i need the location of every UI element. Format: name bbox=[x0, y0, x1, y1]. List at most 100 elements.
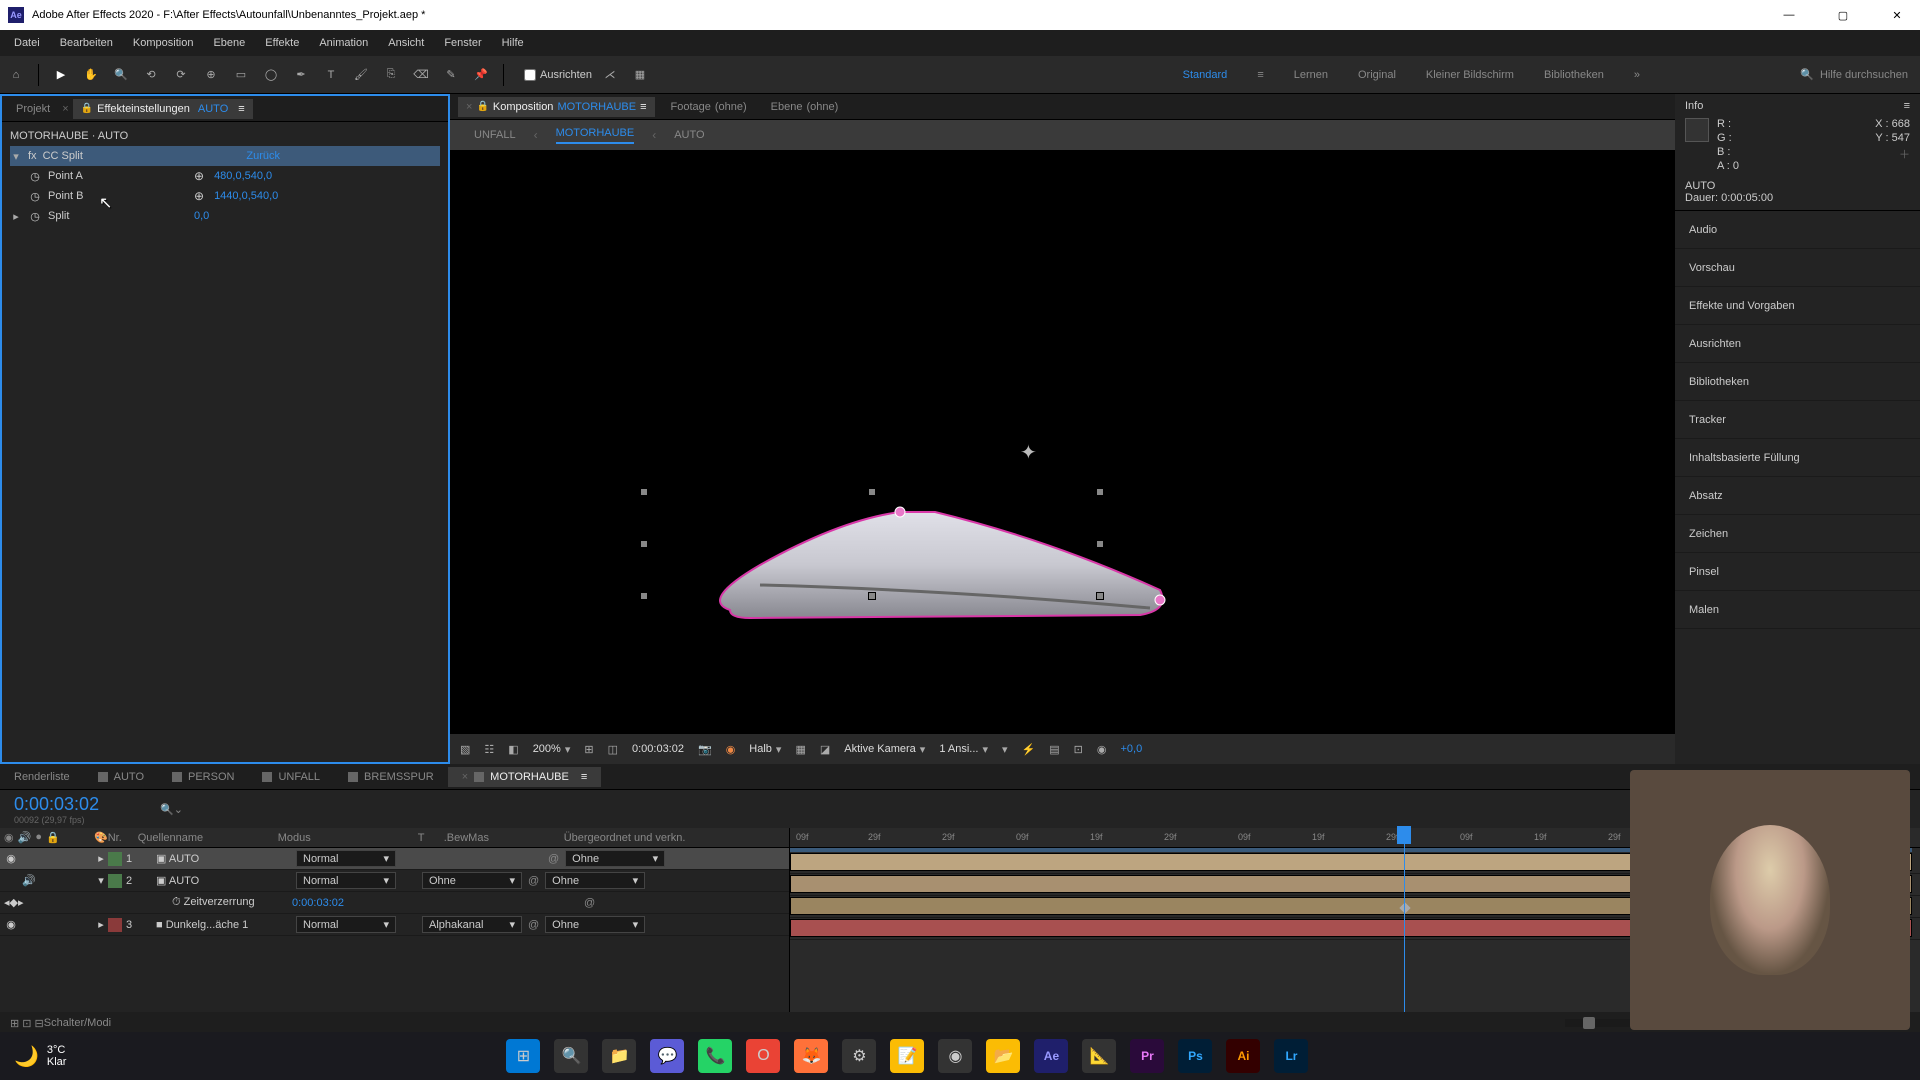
menu-hilfe[interactable]: Hilfe bbox=[492, 37, 534, 49]
point-b-value[interactable]: 1440,0,540,0 bbox=[214, 190, 278, 202]
stamp-tool-icon[interactable]: ⎘ bbox=[379, 63, 403, 87]
bbox-handle[interactable] bbox=[640, 488, 648, 496]
premiere-icon[interactable]: Pr bbox=[1130, 1039, 1164, 1073]
parent-dropdown[interactable]: Ohne▾ bbox=[545, 872, 645, 889]
selection-tool-icon[interactable]: ▶ bbox=[49, 63, 73, 87]
menu-komposition[interactable]: Komposition bbox=[123, 37, 204, 49]
explorer-icon[interactable]: 📁 bbox=[602, 1039, 636, 1073]
text-tool-icon[interactable]: T bbox=[319, 63, 343, 87]
switcher-label[interactable]: Schalter/Modi bbox=[44, 1017, 111, 1029]
render-icon[interactable]: ◉ bbox=[1097, 743, 1107, 756]
weather-widget[interactable]: 🌙 3°C Klar bbox=[0, 1044, 66, 1069]
panel-tracker[interactable]: Tracker bbox=[1675, 401, 1920, 439]
transparency-icon[interactable]: ▦ bbox=[795, 743, 805, 756]
bbox-handle[interactable] bbox=[1096, 488, 1104, 496]
layer-row-3[interactable]: ◉ ▸ 3 ■ Dunkelg...äche 1 Normal▾ Alphaka… bbox=[0, 914, 789, 936]
workspace-overflow-icon[interactable]: ≡ bbox=[1257, 69, 1263, 81]
panel-vorschau[interactable]: Vorschau bbox=[1675, 249, 1920, 287]
lock-col-icon[interactable]: 🔒 bbox=[46, 831, 60, 844]
layer-search-icon[interactable]: 🔍⌄ bbox=[160, 803, 183, 816]
prop-point-a[interactable]: ◷ Point A ⊕ 480,0,540,0 bbox=[10, 166, 440, 186]
pen-tool-icon[interactable]: ✒ bbox=[289, 63, 313, 87]
comp-tab-komposition[interactable]: × 🔒 Komposition MOTORHAUBE ≡ bbox=[458, 97, 655, 117]
zoom-tool-icon[interactable]: 🔍 bbox=[109, 63, 133, 87]
tab-menu-icon[interactable]: ≡ bbox=[640, 101, 646, 113]
effect-cc-split[interactable]: ▾ fx CC Split Zurück bbox=[10, 146, 440, 166]
tab-menu-icon[interactable]: ≡ bbox=[238, 103, 244, 115]
panel-ausrichten[interactable]: Ausrichten bbox=[1675, 325, 1920, 363]
grid-icon[interactable]: ☷ bbox=[484, 743, 494, 756]
stopwatch-icon[interactable]: ◷ bbox=[28, 170, 42, 183]
roto-tool-icon[interactable]: ✎ bbox=[439, 63, 463, 87]
eraser-tool-icon[interactable]: ⌫ bbox=[409, 63, 433, 87]
folder-icon[interactable]: 📂 bbox=[986, 1039, 1020, 1073]
camera-dropdown[interactable]: Aktive Kamera ▾ bbox=[844, 743, 925, 756]
hand-tool-icon[interactable]: ✋ bbox=[79, 63, 103, 87]
bbox-handle[interactable] bbox=[1096, 592, 1104, 600]
menu-bearbeiten[interactable]: Bearbeiten bbox=[50, 37, 123, 49]
orbit-tool-icon[interactable]: ⟲ bbox=[139, 63, 163, 87]
stopwatch-icon[interactable]: ◷ bbox=[28, 210, 42, 223]
crumb-unfall[interactable]: UNFALL bbox=[474, 129, 516, 141]
workspace-original[interactable]: Original bbox=[1358, 69, 1396, 81]
pickwhip-icon[interactable]: @ bbox=[548, 853, 559, 865]
photoshop-icon[interactable]: Ps bbox=[1178, 1039, 1212, 1073]
menu-effekte[interactable]: Effekte bbox=[255, 37, 309, 49]
bbox-handle[interactable] bbox=[640, 540, 648, 548]
layer-row-2[interactable]: 🔊 ▾ 2 ▣ AUTO Normal▾ Ohne▾ @ Ohne▾ bbox=[0, 870, 789, 892]
workspace-lernen[interactable]: Lernen bbox=[1294, 69, 1328, 81]
fx-toggle-icon[interactable]: fx bbox=[28, 150, 37, 162]
channel-icon[interactable]: ◉ bbox=[726, 743, 736, 756]
comp-tab-footage[interactable]: Footage (ohne) bbox=[663, 97, 755, 117]
snapshot-icon[interactable]: 📷 bbox=[698, 743, 712, 756]
prop-row-timewarp[interactable]: ◂◆▸ ⏱ Zeitverzerrung 0:00:03:02 @ bbox=[0, 892, 789, 914]
keyframe-icon[interactable] bbox=[1399, 902, 1410, 913]
mode-dropdown[interactable]: Normal▾ bbox=[296, 916, 396, 933]
help-search[interactable]: 🔍 Hilfe durchsuchen bbox=[1800, 68, 1908, 81]
layer-shape[interactable] bbox=[670, 470, 1220, 670]
panel-malen[interactable]: Malen bbox=[1675, 591, 1920, 629]
panel-pinsel[interactable]: Pinsel bbox=[1675, 553, 1920, 591]
lightroom-icon[interactable]: Lr bbox=[1274, 1039, 1308, 1073]
tab-renderliste[interactable]: Renderliste bbox=[0, 767, 84, 787]
eye-col-icon[interactable]: ◉ bbox=[4, 831, 14, 844]
current-time[interactable]: 0:00:03:02 bbox=[632, 743, 684, 755]
start-button[interactable]: ⊞ bbox=[506, 1039, 540, 1073]
search-taskbar-icon[interactable]: 🔍 bbox=[554, 1039, 588, 1073]
layer-row-1[interactable]: ◉ ▸ 1 ▣ AUTO Normal▾ @ Ohne▾ bbox=[0, 848, 789, 870]
menu-fenster[interactable]: Fenster bbox=[434, 37, 491, 49]
resolution-dropdown[interactable]: Halb ▾ bbox=[749, 743, 781, 756]
tab-person[interactable]: PERSON bbox=[158, 767, 248, 787]
ellipse-tool-icon[interactable]: ◯ bbox=[259, 63, 283, 87]
parent-dropdown[interactable]: Ohne▾ bbox=[545, 916, 645, 933]
effect-controls-tab[interactable]: 🔒 Effekteinstellungen AUTO ≡ bbox=[73, 99, 253, 119]
bbox-handle[interactable] bbox=[640, 592, 648, 600]
pickwhip-icon[interactable]: @ bbox=[528, 919, 539, 931]
crumb-motorhaube[interactable]: MOTORHAUBE bbox=[556, 127, 635, 144]
opera-icon[interactable]: O bbox=[746, 1039, 780, 1073]
home-icon[interactable]: ⌂ bbox=[4, 63, 28, 87]
3d-icon[interactable]: ◪ bbox=[820, 743, 830, 756]
flowchart-icon[interactable]: ⊡ bbox=[1074, 743, 1083, 756]
stopwatch-icon[interactable]: ◷ bbox=[28, 190, 42, 203]
split-value[interactable]: 0,0 bbox=[194, 210, 209, 222]
stopwatch-icon[interactable]: ⏱ bbox=[172, 896, 181, 908]
brush-tool-icon[interactable]: 🖌 bbox=[349, 63, 373, 87]
maximize-button[interactable]: ▢ bbox=[1828, 0, 1858, 30]
bbox-handle[interactable] bbox=[868, 592, 876, 600]
snap-grid-icon[interactable]: ▦ bbox=[628, 63, 652, 87]
app-icon[interactable]: 📐 bbox=[1082, 1039, 1116, 1073]
panel-audio[interactable]: Audio bbox=[1675, 211, 1920, 249]
panel-contentaware[interactable]: Inhaltsbasierte Füllung bbox=[1675, 439, 1920, 477]
close-button[interactable]: ✕ bbox=[1882, 0, 1912, 30]
magnify-icon[interactable]: ▧ bbox=[460, 743, 470, 756]
tab-bremsspur[interactable]: BREMSSPUR bbox=[334, 767, 448, 787]
bbox-handle[interactable] bbox=[868, 488, 876, 496]
workspace-bibliotheken[interactable]: Bibliotheken bbox=[1544, 69, 1604, 81]
tab-motorhaube[interactable]: ×MOTORHAUBE≡ bbox=[448, 767, 602, 787]
snap-checkbox[interactable]: Ausrichten bbox=[524, 69, 592, 81]
mode-dropdown[interactable]: Normal▾ bbox=[296, 850, 396, 867]
fast-preview-icon[interactable]: ⚡ bbox=[1022, 743, 1036, 756]
tab-unfall[interactable]: UNFALL bbox=[248, 767, 334, 787]
menu-ebene[interactable]: Ebene bbox=[203, 37, 255, 49]
